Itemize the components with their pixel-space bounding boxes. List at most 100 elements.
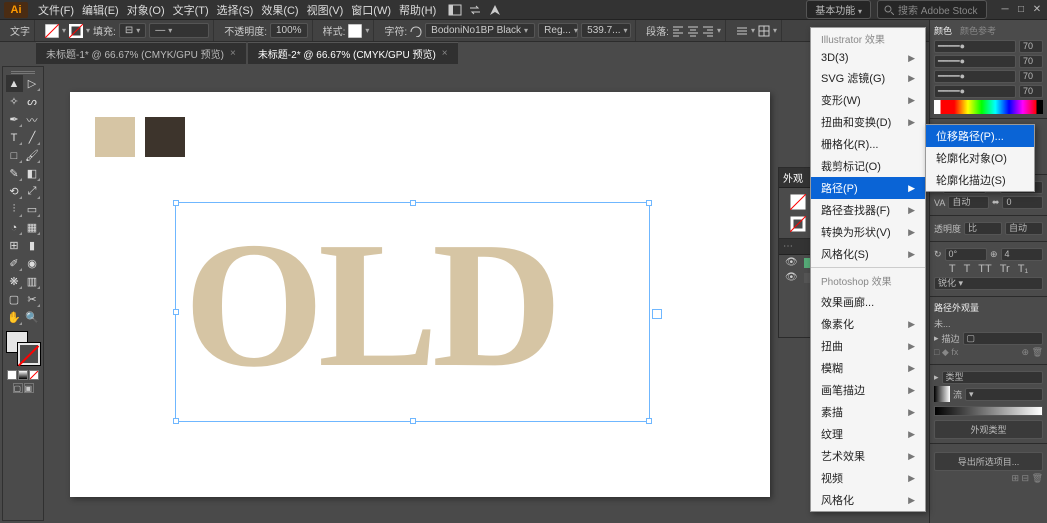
zoom-tool[interactable]: 🔍 (24, 309, 41, 326)
artboard-tool[interactable]: ▢ (6, 291, 23, 308)
mesh-tool[interactable]: ⊞ (6, 237, 23, 254)
font-size[interactable]: 539.7...▾ (581, 23, 631, 38)
window-max-icon[interactable]: □ (1015, 4, 1027, 16)
color-slider[interactable]: ━━━━● (934, 85, 1016, 98)
grid-icon[interactable] (758, 25, 770, 37)
color-slider[interactable]: ━━━━● (934, 70, 1016, 83)
stroke-profile[interactable]: — ▾ (149, 23, 209, 38)
shaper-tool[interactable]: ✎ (6, 165, 23, 182)
visibility-icon[interactable]: 👁 (785, 257, 798, 268)
gradient-swatch-icon[interactable] (934, 386, 950, 402)
send-icon[interactable] (488, 3, 502, 17)
fill-swatch-icon[interactable] (45, 24, 59, 38)
menu-item[interactable]: 扭曲和变换(D)▶ (811, 111, 925, 133)
free-transform-tool[interactable]: ▭ (24, 201, 41, 218)
resize-handle[interactable] (173, 200, 179, 206)
close-icon[interactable]: × (230, 48, 236, 59)
resize-handle[interactable] (173, 309, 179, 315)
opacity-field[interactable]: 自动 (1005, 222, 1043, 235)
gradient-bar[interactable] (934, 406, 1043, 416)
window-min-icon[interactable]: ─ (999, 4, 1011, 16)
font-family[interactable]: BodoniNo1BP Black ▾ (425, 23, 535, 38)
menu-select[interactable]: 选择(S) (217, 2, 254, 18)
menu-window[interactable]: 窗口(W) (351, 2, 391, 18)
slice-tool[interactable]: ✂ (24, 291, 41, 308)
stroke-color-icon[interactable] (18, 343, 40, 365)
out-port-handle[interactable] (652, 309, 662, 319)
direct-selection-tool[interactable]: ▷ (24, 75, 41, 92)
menu-item[interactable]: 路径查找器(F)▶ (811, 199, 925, 221)
rotate-tool[interactable]: ⟲ (6, 183, 23, 200)
pen-tool[interactable]: ✒ (6, 111, 23, 128)
menu-item[interactable]: 裁剪标记(O) (811, 155, 925, 177)
color-mode-icon[interactable] (7, 370, 17, 380)
menu-effect[interactable]: 效果(C) (261, 2, 298, 18)
menu-item[interactable]: 模糊▶ (811, 357, 925, 379)
color-value[interactable]: 70 (1019, 70, 1043, 83)
menu-item[interactable]: 栅格化(R)... (811, 133, 925, 155)
graph-tool[interactable]: ▥ (24, 273, 41, 290)
rectangle-tool[interactable]: □ (6, 147, 23, 164)
gradient-tool[interactable]: ▮ (24, 237, 41, 254)
hand-tool[interactable]: ✋ (6, 309, 23, 326)
stroke-swatch-icon[interactable] (69, 24, 83, 38)
color-value[interactable]: 70 (1019, 55, 1043, 68)
align-left-icon[interactable] (672, 25, 684, 37)
type-icon[interactable]: Tr (1000, 263, 1010, 275)
menu-item[interactable]: 轮廓化对象(O) (926, 147, 1034, 169)
eraser-tool[interactable]: ◧ (24, 165, 41, 182)
shape-builder-tool[interactable]: ◔ (6, 219, 23, 236)
width-tool[interactable]: ⫶ (6, 201, 23, 218)
type-icon[interactable]: T₁ (1018, 263, 1028, 275)
spectrum-bar[interactable] (934, 100, 1043, 114)
resize-handle[interactable] (410, 418, 416, 424)
selection-tool[interactable]: ▲ (6, 75, 23, 92)
text-frame[interactable]: OLD (175, 202, 650, 422)
menu-view[interactable]: 视图(V) (307, 2, 344, 18)
menu-item[interactable]: 变形(W)▶ (811, 89, 925, 111)
magic-wand-tool[interactable]: ✧ (6, 93, 23, 110)
visibility-icon[interactable]: 👁 (785, 272, 798, 283)
menu-item[interactable]: 画笔描边▶ (811, 379, 925, 401)
touch-type-icon[interactable] (410, 25, 422, 37)
align-center-icon[interactable] (687, 25, 699, 37)
paintbrush-tool[interactable]: 🖌 (24, 147, 41, 164)
menu-edit[interactable]: 编辑(E) (82, 2, 119, 18)
layout-icon[interactable] (448, 3, 462, 17)
panel-grip-icon[interactable] (11, 71, 35, 74)
opacity-field[interactable]: 100% (270, 23, 308, 38)
symbol-sprayer-tool[interactable]: ❋ (6, 273, 23, 290)
export-selected-button[interactable]: 导出所选项目... (934, 452, 1043, 471)
screen-full-icon[interactable]: ▣ (24, 383, 34, 393)
blend-mode[interactable]: 比 (964, 222, 1002, 235)
line-tool[interactable]: ╱ (24, 129, 41, 146)
menu-item[interactable]: 扭曲▶ (811, 335, 925, 357)
resize-handle[interactable] (646, 200, 652, 206)
swap-icon[interactable] (468, 3, 482, 17)
type-icon[interactable]: T (949, 263, 956, 275)
close-icon[interactable]: × (442, 48, 448, 59)
type-tool[interactable]: T (6, 129, 23, 146)
list-icon[interactable] (736, 25, 748, 37)
kerning-field[interactable]: 自动 (948, 196, 989, 209)
align-right-icon[interactable] (702, 25, 714, 37)
menu-item[interactable]: 轮廓化描边(S) (926, 169, 1034, 191)
font-weight[interactable]: Reg...▾ (538, 23, 578, 38)
workspace-switcher[interactable]: 基本功能 ▾ (806, 0, 871, 19)
menu-item-offset-path[interactable]: 位移路径(P)... (926, 125, 1034, 147)
gradient-type[interactable]: 类型 (942, 371, 1043, 384)
document-tab[interactable]: 未标题-2* @ 66.67% (CMYK/GPU 预览)× (248, 42, 458, 64)
menu-item-path[interactable]: 路径(P)▶ (811, 177, 925, 199)
menu-item[interactable]: 风格化▶ (811, 489, 925, 511)
perspective-tool[interactable]: ▦ (24, 219, 41, 236)
fill-stroke-swatches[interactable] (6, 331, 40, 365)
screen-normal-icon[interactable]: ▢ (13, 383, 23, 393)
none-mode-icon[interactable] (29, 370, 39, 380)
scale-tool[interactable]: ⤢ (24, 183, 41, 200)
menu-item[interactable]: 纹理▶ (811, 423, 925, 445)
stream-field[interactable]: ▾ (965, 388, 1043, 401)
copy-field[interactable]: 4 (1001, 248, 1043, 261)
menu-type[interactable]: 文字(T) (173, 2, 209, 18)
menu-item[interactable]: 风格化(S)▶ (811, 243, 925, 265)
style-swatch-icon[interactable] (348, 24, 362, 38)
